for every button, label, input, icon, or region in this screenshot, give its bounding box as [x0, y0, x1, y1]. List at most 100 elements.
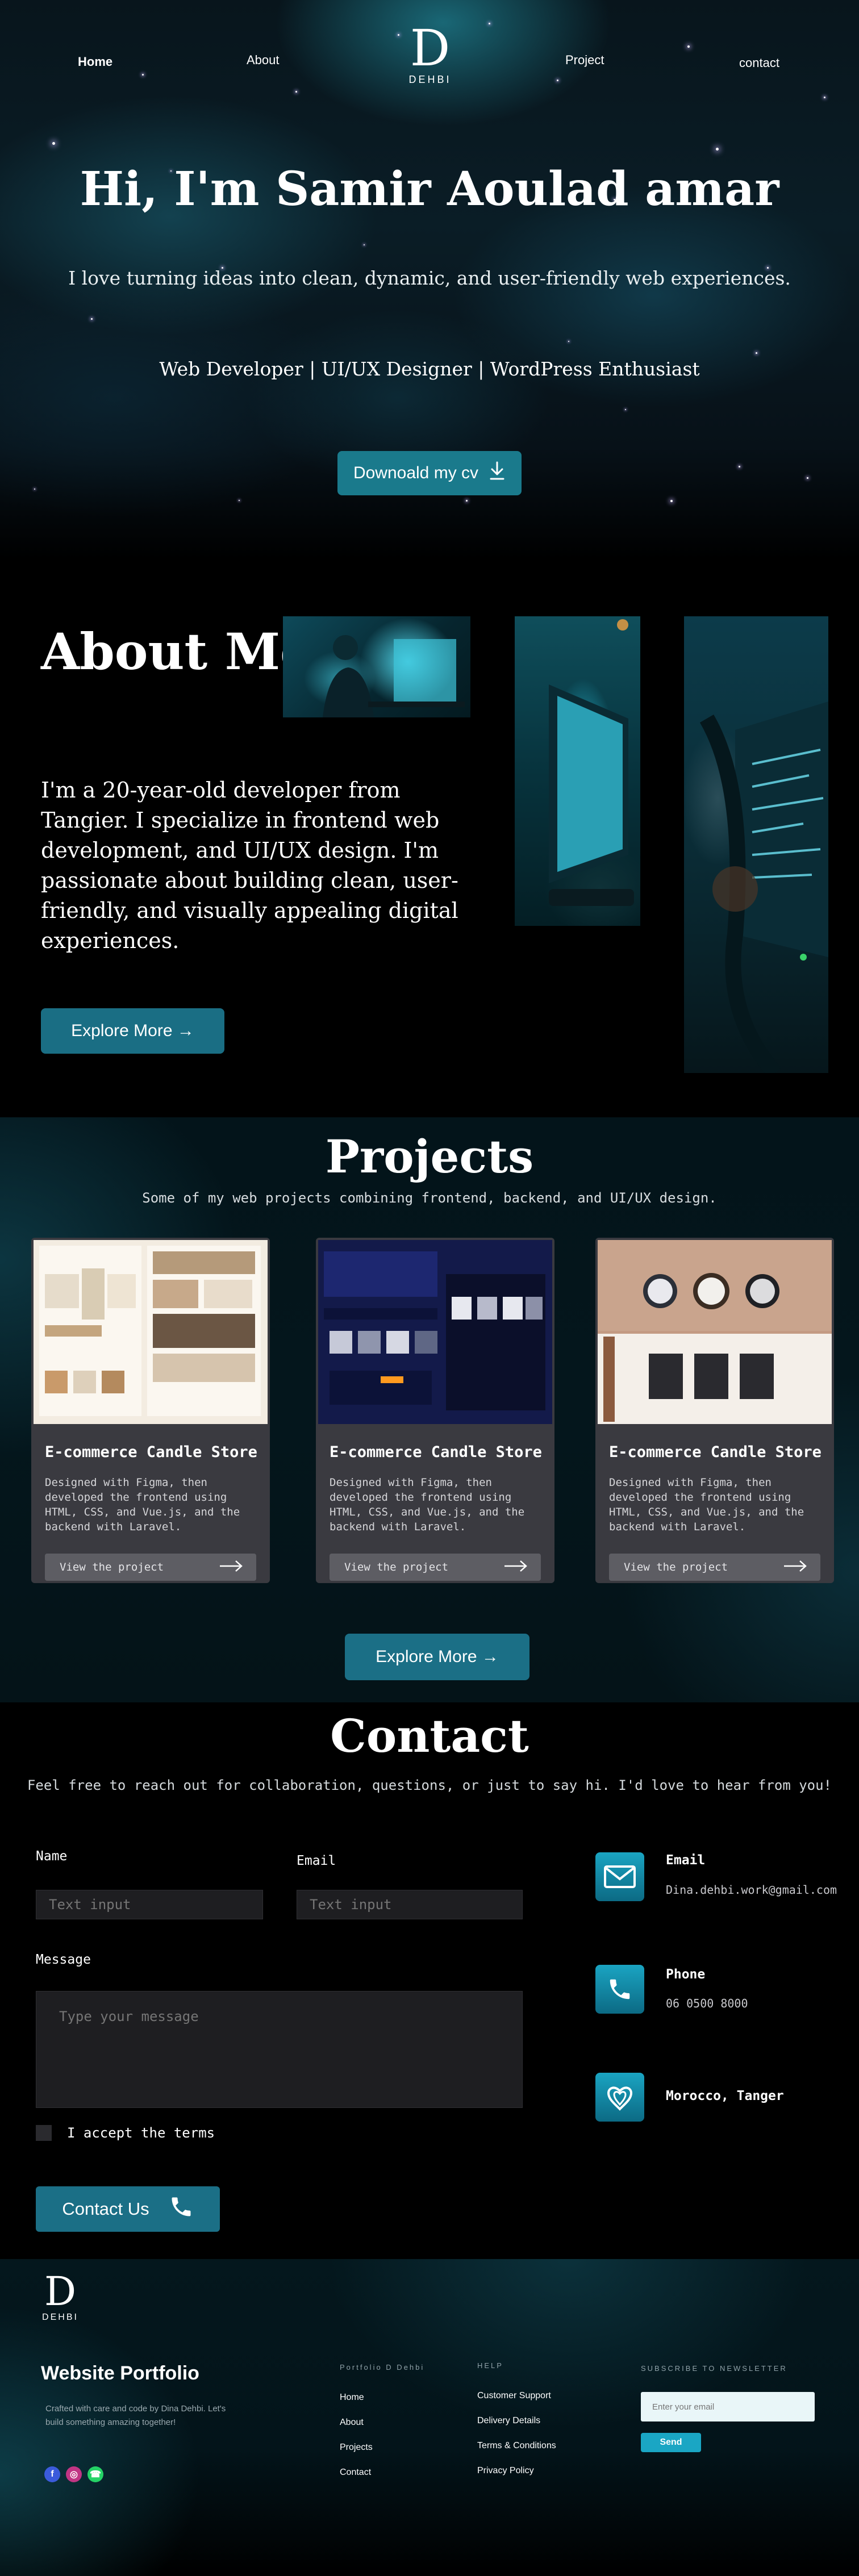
footer-link-projects[interactable]: Projects [340, 2443, 373, 2453]
project-thumbnail [34, 1240, 268, 1424]
footer-col2-heading: HELP [477, 2361, 503, 2370]
arrow-right-icon [783, 1559, 808, 1576]
star [91, 318, 93, 320]
footer-link-contact[interactable]: Contact [340, 2468, 371, 2478]
projects-subtitle: Some of my web projects combining fronte… [142, 1190, 717, 1206]
contact-phone-value[interactable]: 06 0500 8000 [666, 1997, 748, 2010]
project-thumbnail [318, 1240, 552, 1424]
site-logo[interactable]: D DEHBI [405, 23, 456, 86]
star [807, 477, 808, 479]
hero-roles: Web Developer | UI/UX Designer | WordPre… [159, 358, 700, 380]
contact-section: Contact Feel free to reach out for colla… [0, 1702, 859, 2259]
name-label: Name [36, 1849, 68, 1864]
footer-tagline: Crafted with care and code by Dina Dehbi… [45, 2404, 226, 2427]
contact-subtitle: Feel free to reach out for collaboration… [27, 1777, 832, 1793]
project-card[interactable]: E-commerce Candle Store Designed with Fi… [316, 1238, 554, 1583]
terms-checkbox[interactable] [36, 2125, 52, 2141]
star [34, 489, 35, 490]
contact-email-value[interactable]: Dina.dehbi.work@gmail.com [666, 1883, 837, 1897]
newsletter-email-input[interactable] [641, 2392, 815, 2421]
about-photo-monitor [515, 616, 640, 926]
footer-logo[interactable]: D DEHBI [37, 2270, 83, 2323]
projects-explore-button[interactable]: Explore More → [345, 1634, 529, 1680]
star [670, 500, 673, 502]
contact-us-button[interactable]: Contact Us [36, 2186, 220, 2232]
nav-project[interactable]: Project [565, 53, 604, 68]
footer-link-about[interactable]: About [340, 2418, 364, 2428]
star [625, 409, 626, 410]
mail-icon [595, 1852, 644, 1901]
hero-section: Home About Project contact D DEHBI Hi, I… [0, 0, 859, 560]
download-cv-button[interactable]: Downoald my cv [337, 451, 522, 495]
newsletter-heading: SUBSCRIBE TO NEWSLETTER [641, 2364, 787, 2373]
view-project-label: View the project [60, 1561, 164, 1573]
footer-link-home[interactable]: Home [340, 2393, 364, 2403]
logo-mark: D [410, 19, 451, 77]
star [557, 80, 558, 81]
contact-us-label: Contact Us [62, 2199, 149, 2219]
footer-link-terms[interactable]: Terms & Conditions [477, 2441, 556, 2451]
instagram-icon[interactable]: ◎ [66, 2466, 82, 2482]
nav-about[interactable]: About [247, 53, 280, 68]
star [364, 244, 365, 245]
star [142, 74, 144, 76]
name-field[interactable] [36, 1890, 263, 1919]
about-explore-button[interactable]: Explore More → [41, 1008, 224, 1054]
hero-title: Hi, I'm Samir Aoulad amar [80, 162, 779, 216]
logo-text: DEHBI [408, 74, 452, 85]
message-field[interactable] [36, 1991, 523, 2108]
projects-title: Projects [325, 1130, 534, 1183]
download-icon [489, 461, 506, 486]
email-label: Email [297, 1853, 336, 1868]
project-title: E-commerce Candle Store [609, 1443, 822, 1461]
nav-contact[interactable]: contact [739, 56, 779, 70]
star [52, 142, 55, 145]
footer-logo-text: DEHBI [42, 2312, 78, 2322]
whatsapp-icon[interactable]: ☎ [87, 2466, 103, 2482]
contact-title: Contact [330, 1709, 529, 1763]
projects-section: Projects Some of my web projects combini… [0, 1117, 859, 1702]
project-description: Designed with Figma, then developed the … [330, 1476, 525, 1533]
contact-email-title: Email [666, 1853, 706, 1868]
terms-label: I accept the terms [67, 2125, 215, 2141]
star [756, 352, 757, 354]
star [466, 500, 468, 502]
newsletter-send-button[interactable]: Send [641, 2433, 701, 2452]
star [739, 466, 740, 467]
footer-link-privacy[interactable]: Privacy Policy [477, 2466, 534, 2476]
project-description: Designed with Figma, then developed the … [609, 1476, 804, 1533]
location-icon [595, 2073, 644, 2122]
view-project-button[interactable]: View the project [45, 1554, 256, 1581]
about-section: About Me I'm a 20-year-old developer fro… [0, 560, 859, 1117]
project-title: E-commerce Candle Store [45, 1443, 257, 1461]
view-project-label: View the project [344, 1561, 449, 1573]
view-project-button[interactable]: View the project [609, 1554, 820, 1581]
project-thumbnail [598, 1240, 832, 1424]
footer-link-delivery[interactable]: Delivery Details [477, 2416, 540, 2426]
star [239, 500, 240, 501]
star [824, 97, 825, 98]
view-project-button[interactable]: View the project [330, 1554, 541, 1581]
contact-location-title: Morocco, Tanger [666, 2089, 784, 2103]
project-description: Designed with Figma, then developed the … [45, 1476, 240, 1533]
arrow-right-icon [219, 1559, 244, 1576]
footer-link-support[interactable]: Customer Support [477, 2391, 551, 2401]
project-card[interactable]: E-commerce Candle Store Designed with Fi… [31, 1238, 270, 1583]
star [398, 34, 399, 36]
arrow-right-icon [503, 1559, 528, 1576]
about-photo-developer [283, 616, 470, 717]
star [489, 23, 490, 24]
star [295, 91, 297, 93]
nav-home[interactable]: Home [78, 55, 112, 69]
footer-logo-mark: D [44, 2268, 77, 2315]
site-footer: D DEHBI Website Portfolio Crafted with c… [0, 2259, 859, 2576]
footer-col1-heading: Portfolio D Dehbi [340, 2363, 425, 2372]
phone-icon [595, 1965, 644, 2014]
facebook-icon[interactable]: f [44, 2466, 60, 2482]
contact-phone-title: Phone [666, 1967, 706, 1982]
star [568, 341, 569, 342]
about-text: I'm a 20-year-old developer from Tangier… [41, 778, 458, 953]
project-card[interactable]: E-commerce Candle Store Designed with Fi… [595, 1238, 834, 1583]
email-field[interactable] [297, 1890, 523, 1919]
about-photo-code-screen [684, 616, 828, 1073]
